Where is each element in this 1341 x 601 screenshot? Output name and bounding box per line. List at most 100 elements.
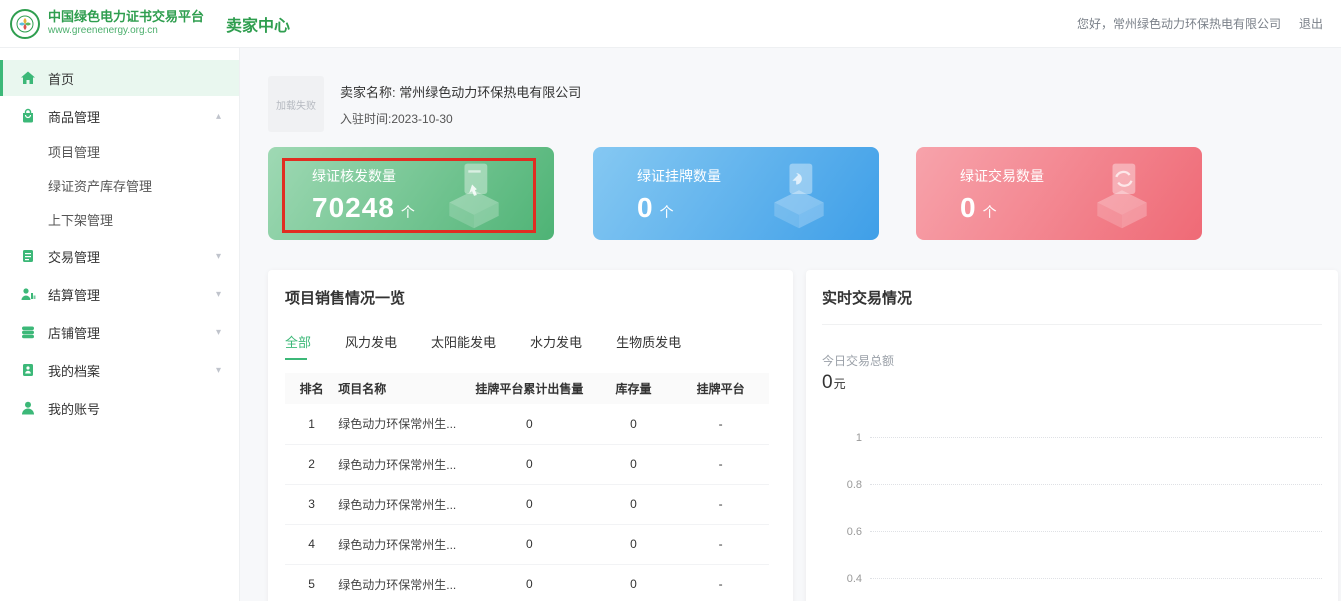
sidebar-subitem-project-mgmt[interactable]: 项目管理 [0,134,239,168]
table-row: 2 绿色动力环保常州生... 0 0 - [285,444,769,484]
y-tick-label: 0.6 [822,526,870,538]
stat-card-issued-certs[interactable]: 绿证核发数量 70248 个 [268,147,554,240]
sidebar-item-trade[interactable]: 交易管理 ▾ [0,238,239,274]
today-total-label: 今日交易总额 [822,352,1322,369]
user-greeting: 您好，常州绿色动力环保热电有限公司 [1077,15,1281,32]
project-name-cell: 绿色动力环保常州生... [338,484,464,524]
sidebar-item-home[interactable]: 首页 [0,60,239,96]
chevron-down-icon: ▾ [216,251,221,262]
table-row: 1 绿色动力环保常州生... 0 0 - [285,404,769,444]
stat-card-listed-certs[interactable]: 绿证挂牌数量 0 个 [593,147,879,240]
sidebar-item-shop[interactable]: 店铺管理 ▾ [0,314,239,350]
stat-unit: 个 [401,202,415,222]
sidebar-subitem-cert-inventory-mgmt[interactable]: 绿证资产库存管理 [0,168,239,202]
y-tick-label: 0.8 [822,479,870,491]
table-row: 3 绿色动力环保常州生... 0 0 - [285,484,769,524]
today-total-value: 0 [822,372,833,394]
inventory-cell: 0 [595,484,672,524]
project-name-cell: 绿色动力环保常州生... [338,564,464,601]
sidebar-item-goods[interactable]: 商品管理 ▴ [0,98,239,134]
trade-3d-icon [1084,156,1160,237]
platform-cell: - [672,484,769,524]
inventory-cell: 0 [595,524,672,564]
platform-cell: - [672,524,769,564]
seller-center-title: 卖家中心 [226,12,290,36]
seller-join-date: 入驻时间:2023-10-30 [340,110,581,127]
chevron-down-icon: ▾ [216,289,221,300]
sidebar-item-label: 结算管理 [48,285,100,304]
today-total-unit: 元 [834,375,846,392]
seller-info: 加载失败 卖家名称: 常州绿色动力环保热电有限公司 入驻时间:2023-10-3… [268,76,1341,132]
chevron-down-icon: ▾ [216,365,221,376]
stat-label: 绿证核发数量 [312,166,554,186]
tab-all[interactable]: 全部 [285,332,311,360]
logout-link[interactable]: 退出 [1299,15,1323,32]
col-cumulative-sales: 挂牌平台累计出售量 [464,373,595,404]
main-content: 加载失败 卖家名称: 常州绿色动力环保热电有限公司 入驻时间:2023-10-3… [240,48,1341,601]
rank-cell: 5 [285,564,338,601]
gridline [870,531,1322,532]
gridline [870,437,1322,438]
energy-type-tabs: 全部 风力发电 太阳能发电 水力发电 生物质发电 [285,332,769,360]
sidebar-item-label: 商品管理 [48,107,100,126]
sales-cell: 0 [464,444,595,484]
certificate-3d-icon [436,156,512,237]
sidebar-item-account[interactable]: 我的账号 [0,390,239,426]
tab-biomass[interactable]: 生物质发电 [616,332,681,360]
tab-solar[interactable]: 太阳能发电 [431,332,496,360]
tab-hydro[interactable]: 水力发电 [530,332,582,360]
y-tick-label: 0.4 [822,573,870,585]
realtime-chart: 1 0.8 0.6 0.4 [822,414,1322,601]
brand-url: www.greenenergy.org.cn [48,25,204,37]
stat-cards: 绿证核发数量 70248 个 绿证挂牌数量 [268,147,1341,240]
stat-card-traded-certs[interactable]: 绿证交易数量 0 个 [916,147,1202,240]
seller-image-placeholder: 加载失败 [268,76,324,132]
platform-cell: - [672,444,769,484]
sales-cell: 0 [464,484,595,524]
seller-name: 卖家名称: 常州绿色动力环保热电有限公司 [340,82,581,101]
project-sales-panel: 项目销售情况一览 全部 风力发电 太阳能发电 水力发电 生物质发电 排名 项目名… [268,270,793,601]
sidebar-item-archive[interactable]: 我的档案 ▾ [0,352,239,388]
sales-panel-title: 项目销售情况一览 [285,287,769,308]
trade-icon [20,248,36,264]
sidebar-item-label: 首页 [48,69,74,88]
col-rank: 排名 [285,373,338,404]
brand: 中国绿色电力证书交易平台 www.greenenergy.org.cn [10,9,204,39]
project-name-cell: 绿色动力环保常州生... [338,444,464,484]
inventory-cell: 0 [595,404,672,444]
sales-cell: 0 [464,524,595,564]
rank-cell: 4 [285,524,338,564]
sidebar-item-label: 我的档案 [48,361,100,380]
archive-icon [20,362,36,378]
account-icon [20,400,36,416]
top-header: 中国绿色电力证书交易平台 www.greenenergy.org.cn 卖家中心… [0,0,1341,48]
listing-3d-icon [761,156,837,237]
platform-cell: - [672,404,769,444]
col-project-name: 项目名称 [338,373,464,404]
stat-value: 0 [637,192,654,224]
col-platform: 挂牌平台 [672,373,769,404]
stat-value: 70248 [312,192,395,224]
chevron-down-icon: ▾ [216,327,221,338]
stat-label: 绿证交易数量 [960,166,1202,186]
table-header-row: 排名 项目名称 挂牌平台累计出售量 库存量 挂牌平台 [285,373,769,404]
divider [822,324,1322,325]
table-row: 4 绿色动力环保常州生... 0 0 - [285,524,769,564]
sidebar-subitem-listing-mgmt[interactable]: 上下架管理 [0,202,239,236]
sales-table: 排名 项目名称 挂牌平台累计出售量 库存量 挂牌平台 1 绿色动力环保常州生..… [285,373,769,601]
tab-wind[interactable]: 风力发电 [345,332,397,360]
gridline [870,578,1322,579]
inventory-cell: 0 [595,564,672,601]
brand-title: 中国绿色电力证书交易平台 [48,10,204,25]
home-icon [20,70,36,86]
stat-unit: 个 [660,202,674,222]
project-name-cell: 绿色动力环保常州生... [338,404,464,444]
realtime-trading-panel: 实时交易情况 今日交易总额 0 元 1 0.8 [806,270,1338,601]
stat-label: 绿证挂牌数量 [637,166,879,186]
rank-cell: 2 [285,444,338,484]
sidebar: 首页 商品管理 ▴ 项目管理 绿证资产库存管理 上下架管理 交易管理 ▾ 结 [0,48,240,601]
y-tick-label: 1 [822,432,870,444]
sidebar-item-settlement[interactable]: 结算管理 ▾ [0,276,239,312]
rank-cell: 3 [285,484,338,524]
inventory-cell: 0 [595,444,672,484]
